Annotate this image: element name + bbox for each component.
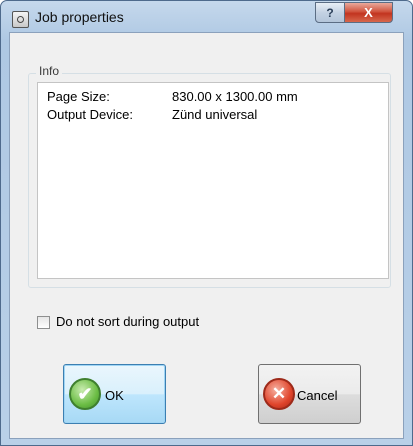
- page-size-label: Page Size:: [47, 89, 110, 104]
- page-size-value: 830.00 x 1300.00 mm: [172, 89, 298, 104]
- check-circle-icon: ✔: [69, 378, 101, 410]
- cancel-button-label: Cancel: [297, 388, 338, 403]
- ok-button[interactable]: ✔ OK: [63, 364, 166, 424]
- output-device-value: Zünd universal: [172, 107, 258, 122]
- info-panel: Page Size: 830.00 x 1300.00 mm Output De…: [37, 82, 389, 279]
- info-group-label: Info: [36, 64, 63, 78]
- ok-button-label: OK: [105, 388, 124, 403]
- x-circle-icon: ✕: [263, 378, 295, 410]
- no-sort-label[interactable]: Do not sort during output: [56, 314, 199, 329]
- window-title: Job properties: [35, 9, 124, 25]
- help-button[interactable]: ?: [315, 2, 345, 23]
- cancel-button[interactable]: ✕ Cancel: [258, 364, 361, 424]
- title-bar[interactable]: Job properties ? X: [1, 1, 412, 33]
- close-button[interactable]: X: [344, 2, 393, 23]
- output-device-label: Output Device:: [47, 107, 133, 122]
- app-icon: [12, 11, 29, 28]
- no-sort-checkbox[interactable]: [37, 316, 50, 329]
